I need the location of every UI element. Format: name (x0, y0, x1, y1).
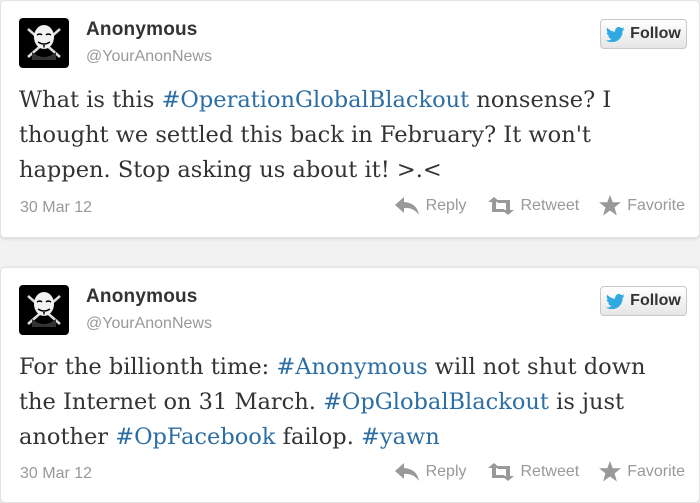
tweet-text-segment: failop. (275, 424, 362, 450)
tweet-text-segment: For the billionth time: (19, 354, 277, 380)
favorite-label: Favorite (627, 462, 685, 480)
twitter-bird-icon (606, 26, 625, 42)
avatar[interactable] (19, 18, 69, 68)
retweet-icon (487, 462, 514, 481)
user-name[interactable]: Anonymous (86, 286, 198, 308)
follow-button[interactable]: Follow (600, 19, 687, 49)
tweet-actions: Reply Retweet Favorite (374, 461, 685, 482)
tweet-date[interactable]: 30 Mar 12 (20, 199, 92, 217)
tweet-card: Anonymous @YourAnonNews Follow What is t… (0, 0, 700, 238)
tweet-card: Anonymous @YourAnonNews Follow For the b… (0, 267, 700, 503)
retweet-label: Retweet (520, 462, 580, 480)
tweet-text-segment: What is this (19, 87, 162, 113)
reply-arrow-icon (394, 196, 419, 215)
reply-label: Reply (425, 196, 467, 214)
hashtag-link[interactable]: #OperationGlobalBlackout (162, 87, 470, 113)
follow-label: Follow (630, 25, 681, 42)
favorite-button[interactable]: Favorite (599, 461, 685, 482)
retweet-button[interactable]: Retweet (487, 196, 580, 215)
avatar[interactable] (19, 285, 69, 335)
tweet-text: What is this #OperationGlobalBlackout no… (19, 83, 689, 188)
hashtag-link[interactable]: #OpFacebook (115, 424, 275, 450)
star-icon (599, 461, 622, 482)
reply-arrow-icon (394, 462, 419, 481)
user-handle[interactable]: @YourAnonNews (86, 48, 212, 66)
follow-button[interactable]: Follow (600, 286, 687, 316)
tweet-actions: Reply Retweet Favorite (374, 195, 685, 216)
reply-button[interactable]: Reply (394, 462, 467, 482)
reply-button[interactable]: Reply (394, 196, 467, 216)
star-icon (599, 195, 622, 216)
follow-label: Follow (630, 292, 681, 309)
favorite-button[interactable]: Favorite (599, 195, 685, 216)
user-handle[interactable]: @YourAnonNews (86, 315, 212, 333)
favorite-label: Favorite (627, 196, 685, 214)
twitter-bird-icon (606, 293, 625, 309)
hashtag-link[interactable]: #Anonymous (276, 354, 427, 380)
reply-label: Reply (425, 462, 467, 480)
tweet-text: For the billionth time: #Anonymous will … (19, 350, 689, 455)
retweet-button[interactable]: Retweet (487, 462, 580, 481)
retweet-label: Retweet (520, 196, 580, 214)
tweet-date[interactable]: 30 Mar 12 (20, 465, 92, 483)
hashtag-link[interactable]: #OpGlobalBlackout (323, 389, 549, 415)
retweet-icon (487, 196, 514, 215)
hashtag-link[interactable]: #yawn (361, 424, 440, 450)
user-name[interactable]: Anonymous (86, 19, 198, 41)
